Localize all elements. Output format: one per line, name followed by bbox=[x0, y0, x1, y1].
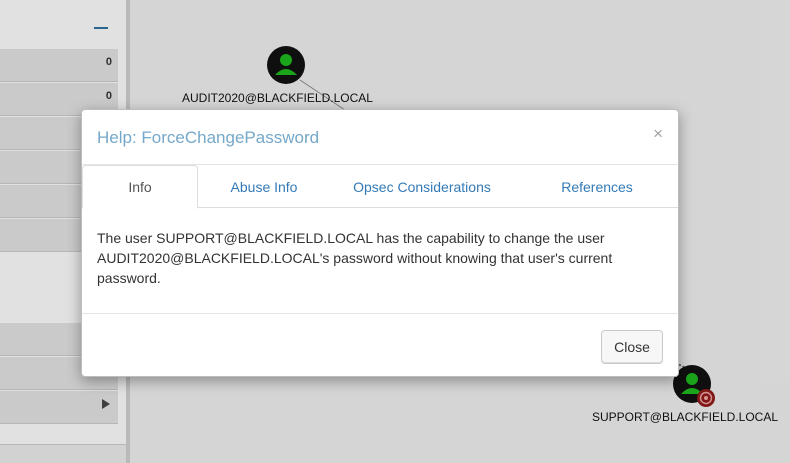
tab-abuse-info[interactable]: Abuse Info bbox=[198, 165, 330, 208]
modal-tabs: Info Abuse Info Opsec Considerations Ref… bbox=[82, 165, 680, 209]
modal-title: Help: ForceChangePassword bbox=[97, 128, 320, 147]
tab-info[interactable]: Info bbox=[82, 165, 198, 209]
tab-references[interactable]: References bbox=[514, 165, 680, 208]
close-icon[interactable]: × bbox=[653, 124, 663, 144]
modal-footer: Close bbox=[82, 313, 678, 376]
modal-header: Help: ForceChangePassword × bbox=[82, 110, 678, 165]
close-button[interactable]: Close bbox=[601, 330, 663, 364]
tab-opsec-considerations[interactable]: Opsec Considerations bbox=[332, 165, 512, 208]
modal-body-text: The user SUPPORT@BLACKFIELD.LOCAL has th… bbox=[97, 230, 613, 286]
help-modal: Help: ForceChangePassword × Info Abuse I… bbox=[81, 109, 679, 377]
